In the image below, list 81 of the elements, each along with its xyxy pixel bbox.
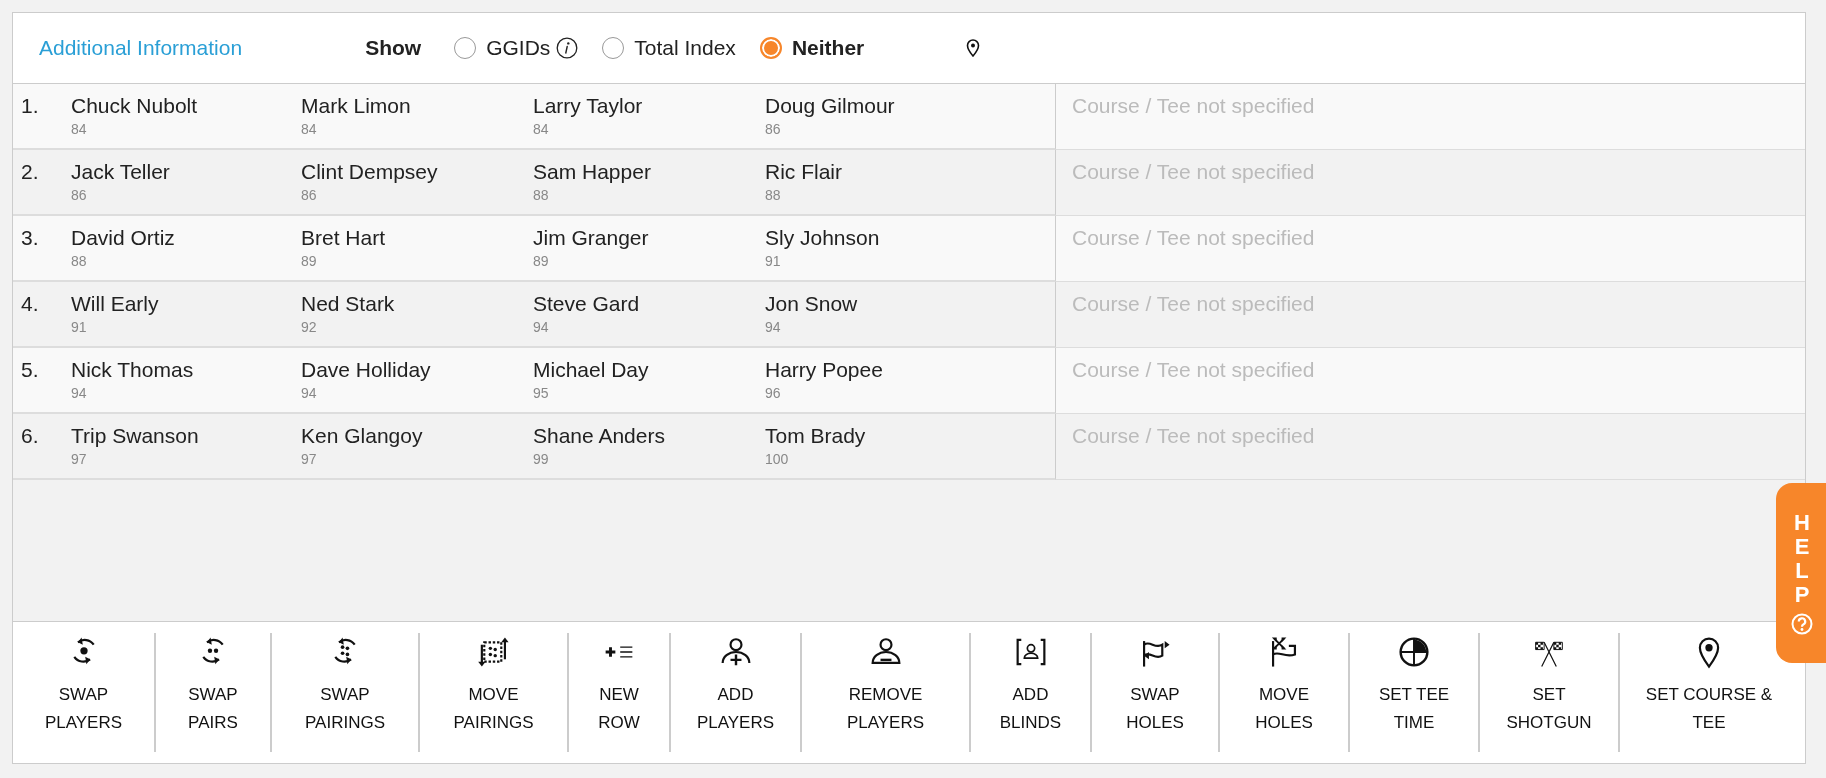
player-name[interactable]: Dave Holliday xyxy=(301,358,431,382)
player-name[interactable]: Shane Anders xyxy=(533,424,665,448)
player-name[interactable]: Jim Granger xyxy=(533,226,649,250)
player-score: 89 xyxy=(301,253,317,269)
player-score: 84 xyxy=(71,121,87,137)
help-icon[interactable] xyxy=(1791,613,1813,636)
player-name[interactable]: Ric Flair xyxy=(765,160,842,184)
player-name[interactable]: Doug Gilmour xyxy=(765,94,895,118)
course-tee-text: Course / Tee not specified xyxy=(1072,226,1315,249)
player-score: 96 xyxy=(765,385,781,401)
player-score: 84 xyxy=(533,121,549,137)
player-name[interactable]: Jon Snow xyxy=(765,292,858,316)
location-pin-icon[interactable] xyxy=(966,39,981,57)
player-score: 94 xyxy=(301,385,317,401)
pairing-number: 6. xyxy=(20,424,40,449)
player-score: 97 xyxy=(71,451,87,467)
player-name[interactable]: Michael Day xyxy=(533,358,649,382)
player-name[interactable]: Chuck Nubolt xyxy=(71,94,198,118)
course-tee-text: Course / Tee not specified xyxy=(1072,94,1315,117)
player-score: 84 xyxy=(301,121,317,137)
player-name[interactable]: Sly Johnson xyxy=(765,226,880,250)
pairing-number: 2. xyxy=(20,160,40,185)
toolbar-button[interactable]: ADD PLAYERS xyxy=(671,633,802,752)
toolbar-button[interactable]: SWAP PLAYERS xyxy=(13,633,156,752)
pairing-number: 1. xyxy=(20,94,40,119)
player-score: 92 xyxy=(301,319,317,335)
player-name[interactable]: Sam Happer xyxy=(533,160,651,184)
player-score: 88 xyxy=(71,253,87,269)
player-score: 91 xyxy=(765,253,781,269)
show-label: Show xyxy=(365,36,422,60)
pairing-number: 5. xyxy=(20,358,40,383)
toolbar-button[interactable]: ADD BLINDS xyxy=(971,633,1092,752)
player-score: 99 xyxy=(533,451,549,467)
player-score: 86 xyxy=(765,121,781,137)
toolbar-button[interactable]: MOVE HOLES xyxy=(1220,633,1350,752)
player-score: 97 xyxy=(301,451,317,467)
option-label[interactable]: Neither xyxy=(791,36,865,60)
radio-button[interactable] xyxy=(602,37,625,59)
option-label[interactable]: GGIDs xyxy=(486,36,551,60)
toolbar-button[interactable]: MOVE PAIRINGS xyxy=(420,633,569,752)
option-label[interactable]: Total Index xyxy=(634,36,736,60)
player-score: 94 xyxy=(71,385,87,401)
player-name[interactable]: Jack Teller xyxy=(71,160,170,184)
clock-icon xyxy=(1397,635,1431,669)
player-name[interactable]: Ken Glangoy xyxy=(301,424,423,448)
radio-button[interactable] xyxy=(454,37,477,59)
player-score: 86 xyxy=(71,187,87,203)
player-name[interactable]: Tom Brady xyxy=(765,424,866,448)
pairing-number: 4. xyxy=(20,292,40,317)
player-score: 88 xyxy=(765,187,781,203)
player-name[interactable]: Clint Dempsey xyxy=(301,160,438,184)
info-icon[interactable] xyxy=(556,37,579,59)
player-name[interactable]: Larry Taylor xyxy=(533,94,643,118)
player-score: 94 xyxy=(533,319,549,335)
course-tee-text: Course / Tee not specified xyxy=(1072,358,1315,381)
player-score: 89 xyxy=(533,253,549,269)
toolbar-button[interactable]: SWAP HOLES xyxy=(1092,633,1220,752)
player-name[interactable]: Trip Swanson xyxy=(71,424,199,448)
toolbar-button[interactable]: SWAP PAIRS xyxy=(156,633,272,752)
player-name[interactable]: David Ortiz xyxy=(71,226,175,250)
player-name[interactable]: Steve Gard xyxy=(533,292,640,316)
player-score: 100 xyxy=(765,451,789,467)
player-name[interactable]: Ned Stark xyxy=(301,292,395,316)
player-score: 94 xyxy=(765,319,781,335)
player-score: 88 xyxy=(533,187,549,203)
pairing-number: 3. xyxy=(20,226,40,251)
toolbar-button[interactable]: SET TEE TIME xyxy=(1350,633,1480,752)
player-score: 91 xyxy=(71,319,87,335)
player-name[interactable]: Nick Thomas xyxy=(71,358,194,382)
player-name[interactable]: Harry Popee xyxy=(765,358,883,382)
radio-button[interactable] xyxy=(759,37,782,59)
player-name[interactable]: Mark Limon xyxy=(301,94,411,118)
toolbar-button[interactable]: NEW ROW xyxy=(569,633,671,752)
player-score: 86 xyxy=(301,187,317,203)
player-name[interactable]: Will Early xyxy=(71,292,159,316)
toolbar-button[interactable]: SET SHOTGUN xyxy=(1480,633,1620,752)
player-score: 95 xyxy=(533,385,549,401)
move-icon xyxy=(476,635,511,669)
player-name[interactable]: Bret Hart xyxy=(301,226,386,250)
toolbar-button[interactable]: SWAP PAIRINGS xyxy=(272,633,420,752)
toolbar-button[interactable]: REMOVE PLAYERS xyxy=(802,633,971,752)
